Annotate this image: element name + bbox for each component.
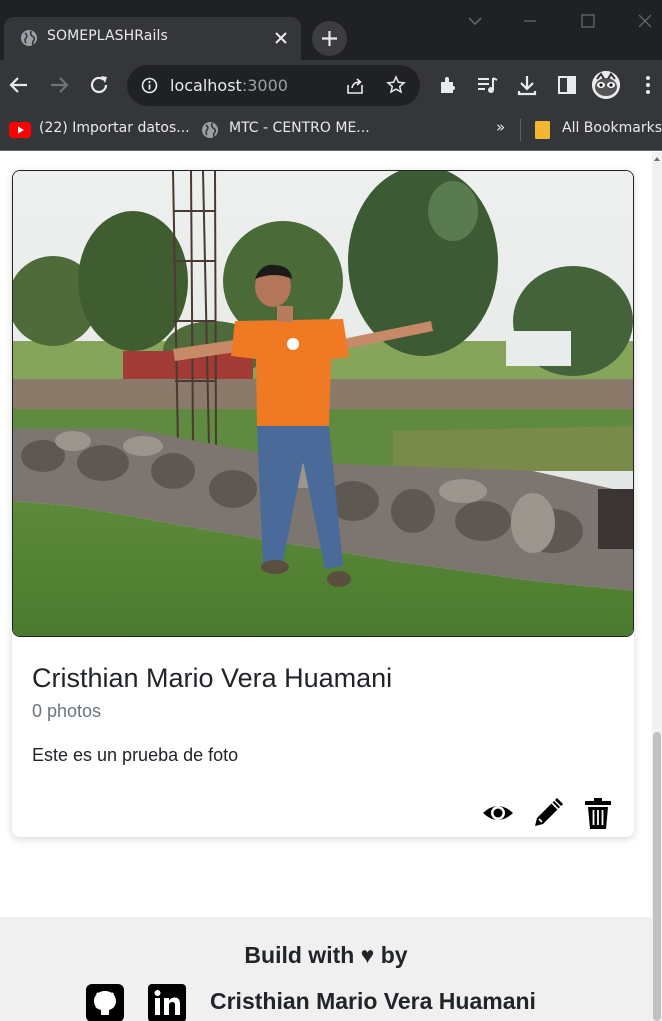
site-info-icon[interactable] — [141, 77, 158, 94]
card-title: Cristhian Mario Vera Huamani — [32, 663, 393, 693]
close-tab-icon[interactable] — [273, 30, 289, 46]
linkedin-icon[interactable] — [148, 984, 186, 1021]
bookmark-item-mtc[interactable]: MTC - CENTRO ME... — [229, 120, 370, 136]
footer-author[interactable]: Cristhian Mario Vera Huamani — [210, 988, 536, 1015]
card-photo-count: 0 photos — [32, 701, 102, 721]
bookmark-item-youtube[interactable]: (22) Importar datos... — [39, 120, 190, 136]
github-icon[interactable] — [86, 984, 124, 1021]
tab-strip: SOMEPLASHRails — [0, 0, 662, 60]
menu-icon[interactable] — [637, 74, 659, 96]
scroll-up-icon[interactable] — [653, 155, 661, 163]
extensions-icon[interactable] — [437, 74, 459, 96]
browser-toolbar: localhost:3000 — [0, 60, 662, 110]
card-description: Este es un prueba de foto — [32, 745, 239, 765]
profile-avatar[interactable] — [592, 71, 620, 99]
scroll-thumb[interactable] — [653, 732, 661, 1021]
share-icon[interactable] — [345, 76, 365, 96]
download-icon[interactable] — [516, 74, 538, 96]
eye-icon[interactable] — [481, 796, 515, 830]
bookmarks-bar: (22) Importar datos... MTC - CENTRO ME..… — [0, 110, 662, 151]
photo-image — [13, 171, 633, 636]
page-scrollbar[interactable] — [652, 152, 662, 1021]
globe-icon — [21, 30, 37, 46]
bookmarks-overflow-button[interactable]: » — [496, 118, 505, 136]
bookmarks-divider — [520, 119, 521, 141]
reload-icon[interactable] — [88, 74, 110, 96]
globe-icon — [202, 122, 218, 138]
pencil-icon[interactable] — [531, 796, 565, 830]
folder-icon — [535, 121, 550, 139]
page-viewport[interactable]: Cristhian Mario Vera Huamani 0 photos Es… — [0, 152, 662, 1021]
new-tab-button[interactable] — [312, 21, 347, 56]
url-port: :3000 — [241, 76, 288, 95]
side-panel-icon[interactable] — [556, 74, 578, 96]
url-text[interactable]: localhost:3000 — [170, 76, 288, 95]
maximize-icon[interactable] — [579, 12, 597, 30]
url-host: localhost — [170, 76, 242, 95]
footer-build-line: Build with ♥ by — [244, 942, 408, 968]
photo-card: Cristhian Mario Vera Huamani 0 photos Es… — [12, 170, 634, 837]
avatar-image — [592, 71, 620, 99]
all-bookmarks-button[interactable]: All Bookmarks — [562, 120, 662, 136]
back-icon[interactable] — [8, 74, 30, 96]
browser-tab[interactable]: SOMEPLASHRails — [4, 17, 301, 60]
bookmark-star-icon[interactable] — [386, 75, 406, 95]
tab-title: SOMEPLASHRails — [47, 28, 168, 44]
minimize-icon[interactable] — [521, 12, 539, 30]
plus-icon — [322, 31, 337, 46]
tab-search-icon[interactable] — [466, 12, 484, 30]
media-icon[interactable] — [476, 74, 498, 96]
trash-icon[interactable] — [581, 796, 615, 830]
close-window-icon[interactable] — [636, 12, 654, 30]
youtube-icon — [9, 122, 31, 138]
page-footer: Build with ♥ by Cristhian Mario Vera Hua… — [0, 917, 652, 1021]
card-photo — [12, 170, 634, 637]
forward-icon[interactable] — [48, 74, 70, 96]
address-bar[interactable]: localhost:3000 — [127, 65, 420, 106]
